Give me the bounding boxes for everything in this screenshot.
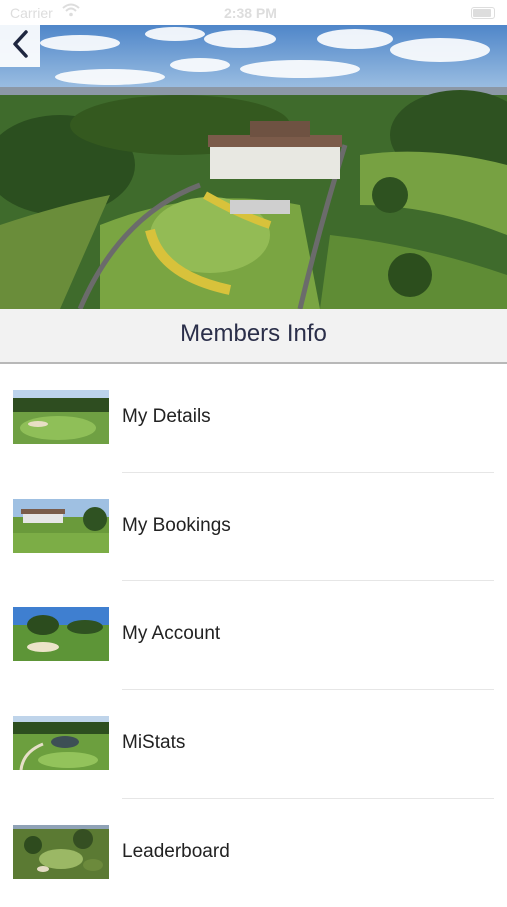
mistats-thumbnail: [13, 716, 109, 771]
menu-list: My Details My Bookings My Account MiStat…: [0, 364, 507, 907]
hero-image: [0, 25, 507, 309]
status-time: 2:38 PM: [224, 5, 277, 21]
menu-item-label: My Account: [122, 623, 221, 645]
back-button[interactable]: [0, 25, 40, 67]
my-details-thumbnail: [13, 390, 109, 444]
menu-item-label: My Bookings: [122, 514, 231, 536]
menu-item-mistats[interactable]: MiStats: [0, 690, 507, 799]
menu-item-label: My Details: [122, 406, 211, 427]
page-title: Members Info: [180, 320, 327, 347]
battery-icon: [471, 7, 495, 19]
menu-item-my-details[interactable]: My Details: [0, 364, 507, 473]
chevron-left-icon: [10, 29, 30, 64]
carrier-label: Carrier: [10, 5, 53, 21]
menu-item-label: Leaderboard: [122, 840, 230, 862]
my-bookings-thumbnail: [13, 498, 109, 553]
title-bar: Members Info: [0, 309, 507, 364]
menu-item-label: MiStats: [122, 732, 186, 754]
status-bar: Carrier 2:38 PM: [0, 0, 507, 25]
my-account-thumbnail: [13, 607, 109, 662]
menu-item-my-account[interactable]: My Account: [0, 581, 507, 691]
wifi-icon: [62, 3, 80, 20]
leaderboard-thumbnail: [13, 824, 109, 879]
menu-item-leaderboard[interactable]: Leaderboard: [0, 799, 507, 907]
menu-item-my-bookings[interactable]: My Bookings: [0, 473, 507, 582]
